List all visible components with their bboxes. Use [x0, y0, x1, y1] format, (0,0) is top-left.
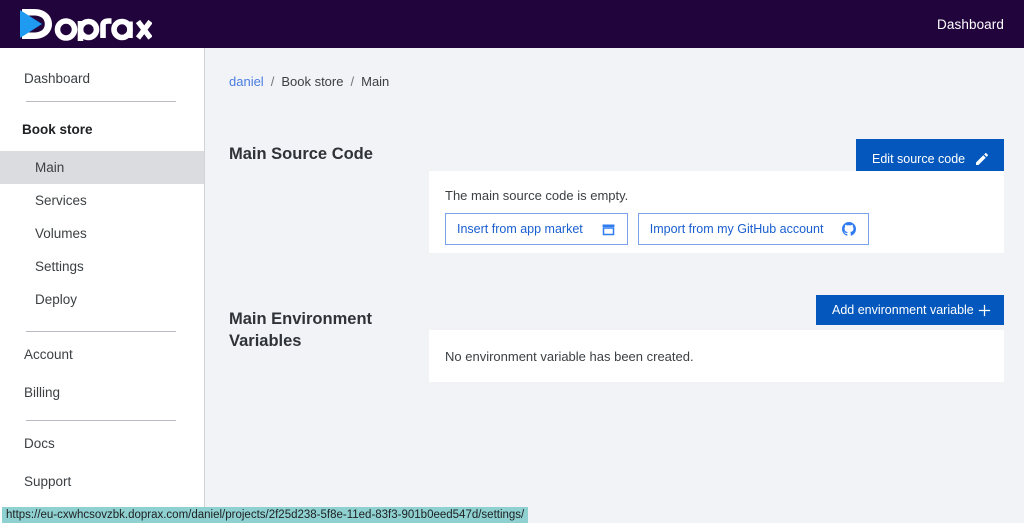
- sidebar-item-main[interactable]: Main: [0, 151, 204, 184]
- doprax-play-logo-icon: [20, 9, 152, 41]
- sidebar-item-dashboard[interactable]: Dashboard: [0, 62, 204, 95]
- env-vars-empty-text: No environment variable has been created…: [445, 348, 694, 364]
- main-environment-variables-section: Main Environment Variables Add environme…: [205, 288, 1024, 418]
- app-shell: Dashboard Book store Main Services Volum…: [0, 48, 1024, 523]
- sidebar-item-volumes[interactable]: Volumes: [0, 217, 204, 250]
- insert-from-app-market-label: Insert from app market: [457, 221, 583, 236]
- import-from-github-button[interactable]: Import from my GitHub account: [637, 213, 870, 245]
- section-title-source-code: Main Source Code: [229, 145, 373, 163]
- sidebar-item-billing[interactable]: Billing: [0, 376, 204, 409]
- breadcrumb-project: Book store: [281, 74, 344, 89]
- plus-icon: [978, 304, 991, 316]
- sidebar-item-services[interactable]: Services: [0, 184, 204, 217]
- sidebar-divider-account: [26, 331, 176, 332]
- sidebar-item-book-store[interactable]: Book store: [0, 113, 204, 146]
- brand-logo[interactable]: [18, 6, 152, 42]
- store-icon: [601, 222, 616, 237]
- sidebar-item-docs[interactable]: Docs: [0, 427, 204, 460]
- navbar-right: Dashboard: [937, 17, 1004, 32]
- source-code-actions: Insert from app market Import from my Gi…: [445, 213, 988, 245]
- pencil-icon: [976, 153, 988, 165]
- sidebar-divider-top: [26, 101, 176, 102]
- env-vars-card: No environment variable has been created…: [429, 330, 1004, 382]
- section-title-env-vars: Main Environment Variables: [229, 310, 373, 350]
- source-code-card: The main source code is empty. Insert fr…: [429, 171, 1004, 253]
- github-icon: [841, 221, 857, 237]
- main-source-code-section: Main Source Code Edit source code The ma…: [205, 123, 1024, 283]
- sidebar-item-settings[interactable]: Settings: [0, 250, 204, 283]
- sidebar: Dashboard Book store Main Services Volum…: [0, 48, 205, 523]
- breadcrumb-separator-2: /: [350, 74, 355, 89]
- breadcrumb: daniel / Book store / Main: [229, 74, 389, 89]
- sidebar-item-deploy[interactable]: Deploy: [0, 283, 204, 316]
- breadcrumb-separator-1: /: [270, 74, 275, 89]
- source-code-empty-text: The main source code is empty.: [445, 188, 629, 203]
- add-environment-variable-label: Add environment variable: [832, 303, 974, 317]
- breadcrumb-page: Main: [361, 74, 390, 89]
- main-content: daniel / Book store / Main Main Source C…: [205, 48, 1024, 523]
- insert-from-app-market-button[interactable]: Insert from app market: [445, 213, 628, 245]
- top-navbar: Dashboard: [0, 0, 1024, 48]
- navbar-dashboard-link[interactable]: Dashboard: [937, 17, 1004, 32]
- edit-source-code-label: Edit source code: [872, 152, 966, 166]
- sidebar-item-account[interactable]: Account: [0, 338, 204, 371]
- add-environment-variable-button[interactable]: Add environment variable: [816, 295, 1004, 325]
- sidebar-item-support[interactable]: Support: [0, 465, 204, 498]
- import-from-github-label: Import from my GitHub account: [649, 221, 824, 236]
- breadcrumb-user-link[interactable]: daniel: [229, 74, 264, 89]
- sidebar-divider-docs: [26, 420, 176, 421]
- status-bar-url: https://eu-cxwhcsovzbk.doprax.com/daniel…: [2, 507, 529, 523]
